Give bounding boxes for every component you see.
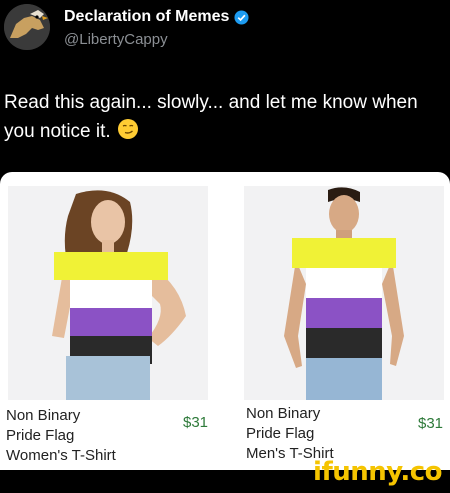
- smirking-face-icon: [117, 118, 139, 149]
- product-title-line: Women's T-Shirt: [6, 447, 116, 464]
- shirt-stripe: [70, 308, 152, 336]
- shirt-stripe: [306, 328, 382, 358]
- shirt-stripe: [306, 238, 382, 268]
- author-handle[interactable]: @LibertyCappy: [64, 31, 168, 48]
- product-title-line: Pride Flag: [246, 425, 315, 442]
- shirt-sleeve: [54, 252, 70, 280]
- shirt-sleeve: [292, 238, 306, 268]
- price-womens: $31: [183, 414, 209, 431]
- eagle-avatar-icon: [4, 4, 50, 50]
- avatar[interactable]: [4, 4, 50, 50]
- product-title-mens[interactable]: Non Binary Pride Flag Men's T-Shirt: [246, 404, 334, 464]
- shirt-stripe: [306, 298, 382, 328]
- tweet-body: Read this again... slowly... and let me …: [4, 92, 418, 142]
- tweet-text: Read this again... slowly... and let me …: [4, 88, 444, 149]
- author-display-name: Declaration of Memes: [64, 8, 230, 25]
- product-title-womens[interactable]: Non Binary Pride Flag Women's T-Shirt: [6, 406, 116, 466]
- verified-badge-icon: [234, 9, 249, 25]
- shirt-sleeve: [382, 238, 396, 268]
- shirt-stripe: [70, 280, 152, 308]
- ifunny-watermark: ifunny.co: [313, 457, 442, 487]
- womens-tshirt-photo[interactable]: [8, 186, 208, 400]
- product-title-line: Non Binary: [246, 405, 321, 422]
- shirt-stripe: [70, 252, 152, 280]
- mens-tshirt-photo[interactable]: [244, 186, 444, 400]
- product-title-line: Non Binary: [6, 407, 81, 424]
- shirt-stripes: [292, 238, 396, 358]
- shirt-stripes: [54, 252, 168, 364]
- shirt-sleeve: [152, 252, 168, 280]
- price-mens: $31: [418, 415, 444, 432]
- product-screenshot-card: Non Binary Pride Flag Women's T-Shirt $3…: [0, 172, 450, 470]
- shirt-stripe: [306, 268, 382, 298]
- product-title-line: Pride Flag: [6, 427, 75, 444]
- author-name[interactable]: Declaration of Memes: [64, 8, 249, 26]
